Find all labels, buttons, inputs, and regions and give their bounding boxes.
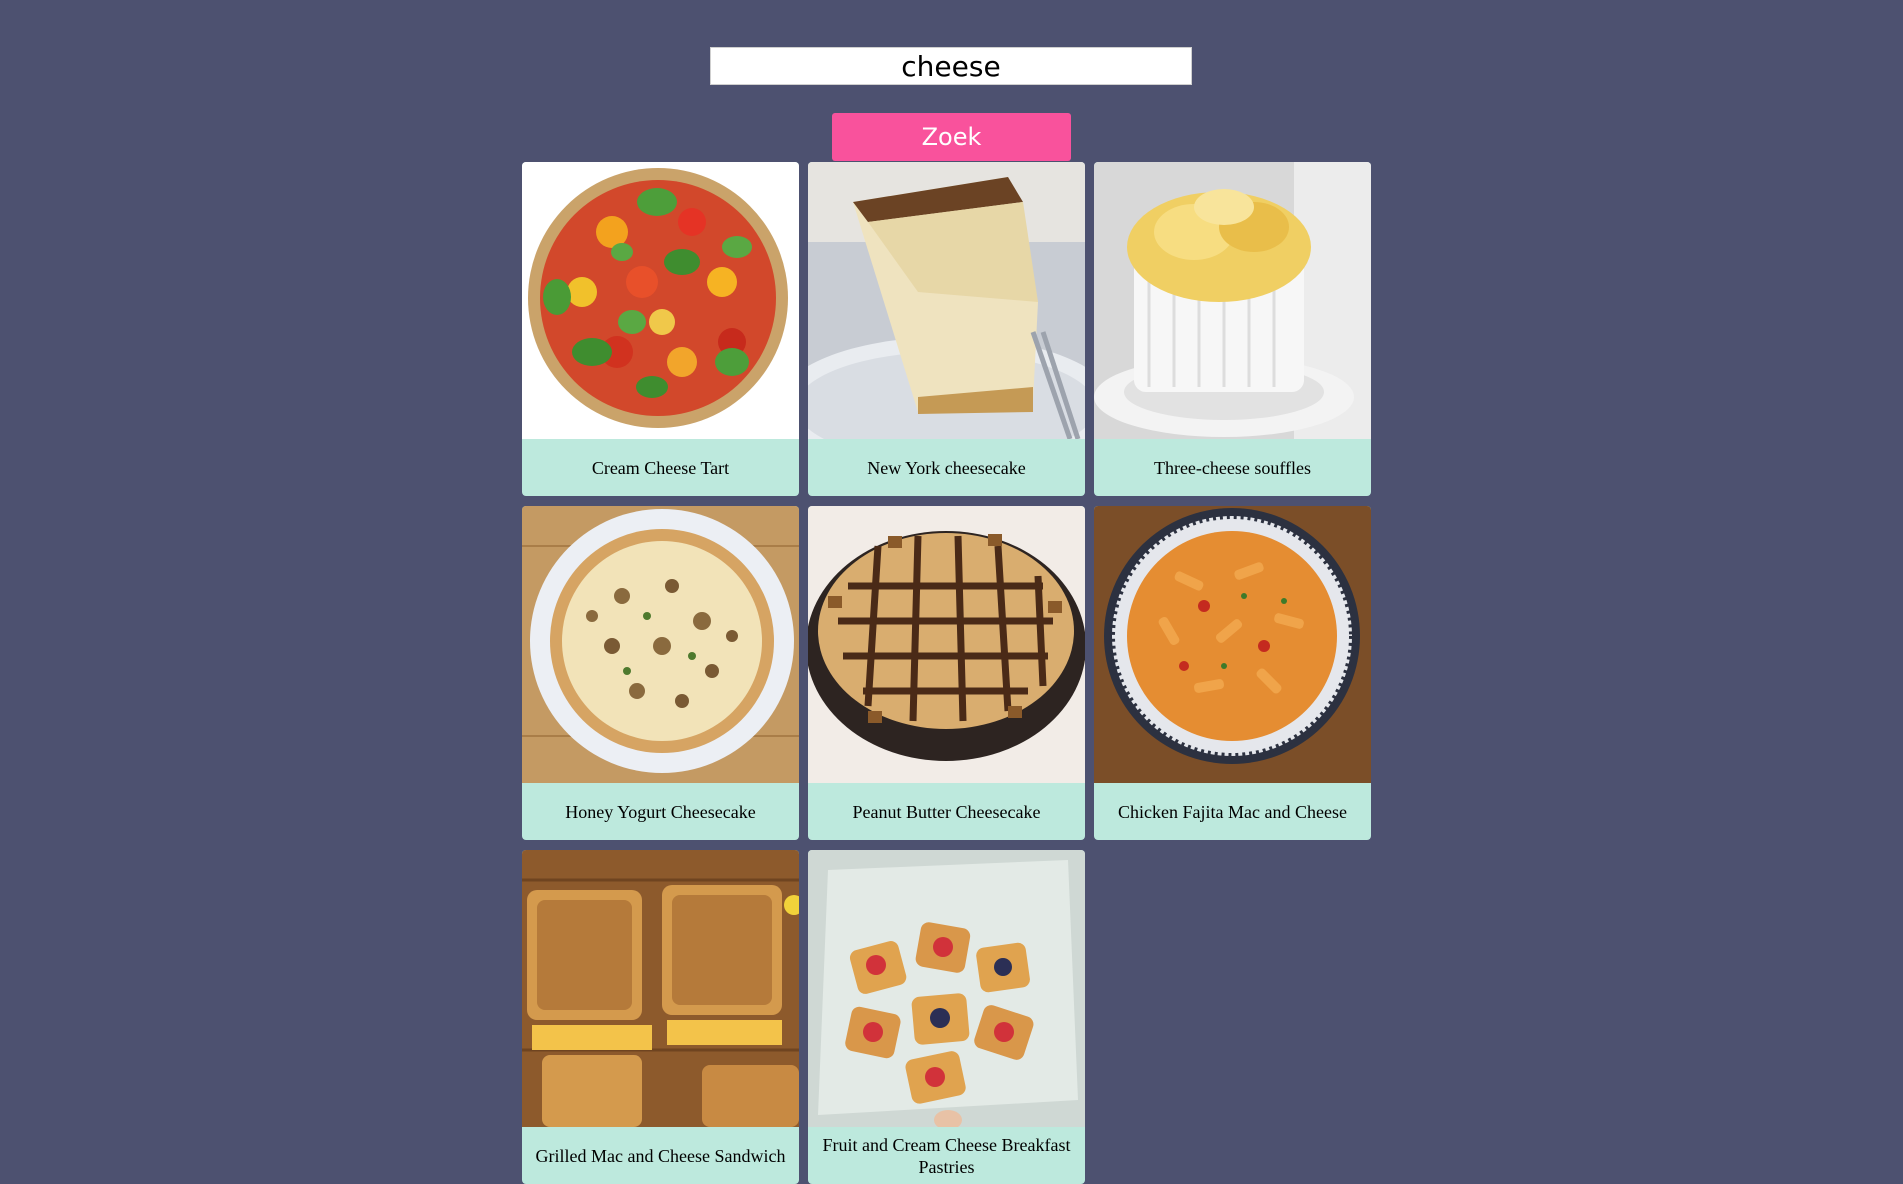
recipe-image	[1094, 506, 1371, 783]
recipe-title: Fruit and Cream Cheese Breakfast Pastrie…	[822, 1134, 1071, 1177]
search-input[interactable]	[710, 47, 1192, 85]
search-bar	[710, 47, 1192, 85]
recipe-image	[1094, 162, 1371, 439]
recipe-title: Grilled Mac and Cheese Sandwich	[535, 1145, 786, 1166]
recipe-card[interactable]: Fruit and Cream Cheese Breakfast Pastrie…	[808, 850, 1085, 1184]
recipe-card[interactable]: Three-cheese souffles	[1094, 162, 1371, 496]
recipe-image	[522, 162, 799, 439]
search-button[interactable]: Zoek	[832, 113, 1071, 161]
recipe-title: New York cheesecake	[867, 457, 1026, 478]
results-grid: Cream Cheese Tart New York cheesecake Th…	[522, 162, 1372, 1184]
recipe-card[interactable]: Grilled Mac and Cheese Sandwich	[522, 850, 799, 1184]
recipe-title: Cream Cheese Tart	[591, 457, 730, 478]
recipe-image	[522, 506, 799, 783]
recipe-image	[808, 850, 1085, 1127]
recipe-image	[808, 162, 1085, 439]
recipe-image	[522, 850, 799, 1127]
recipe-card[interactable]: Chicken Fajita Mac and Cheese	[1094, 506, 1371, 840]
recipe-card[interactable]: New York cheesecake	[808, 162, 1085, 496]
recipe-card[interactable]: Peanut Butter Cheesecake	[808, 506, 1085, 840]
recipe-title: Peanut Butter Cheesecake	[852, 801, 1041, 822]
recipe-image	[808, 506, 1085, 783]
recipe-title: Chicken Fajita Mac and Cheese	[1118, 801, 1347, 822]
recipe-card[interactable]: Cream Cheese Tart	[522, 162, 799, 496]
recipe-card[interactable]: Honey Yogurt Cheesecake	[522, 506, 799, 840]
recipe-title: Three-cheese souffles	[1153, 457, 1312, 478]
recipe-title: Honey Yogurt Cheesecake	[565, 801, 756, 822]
